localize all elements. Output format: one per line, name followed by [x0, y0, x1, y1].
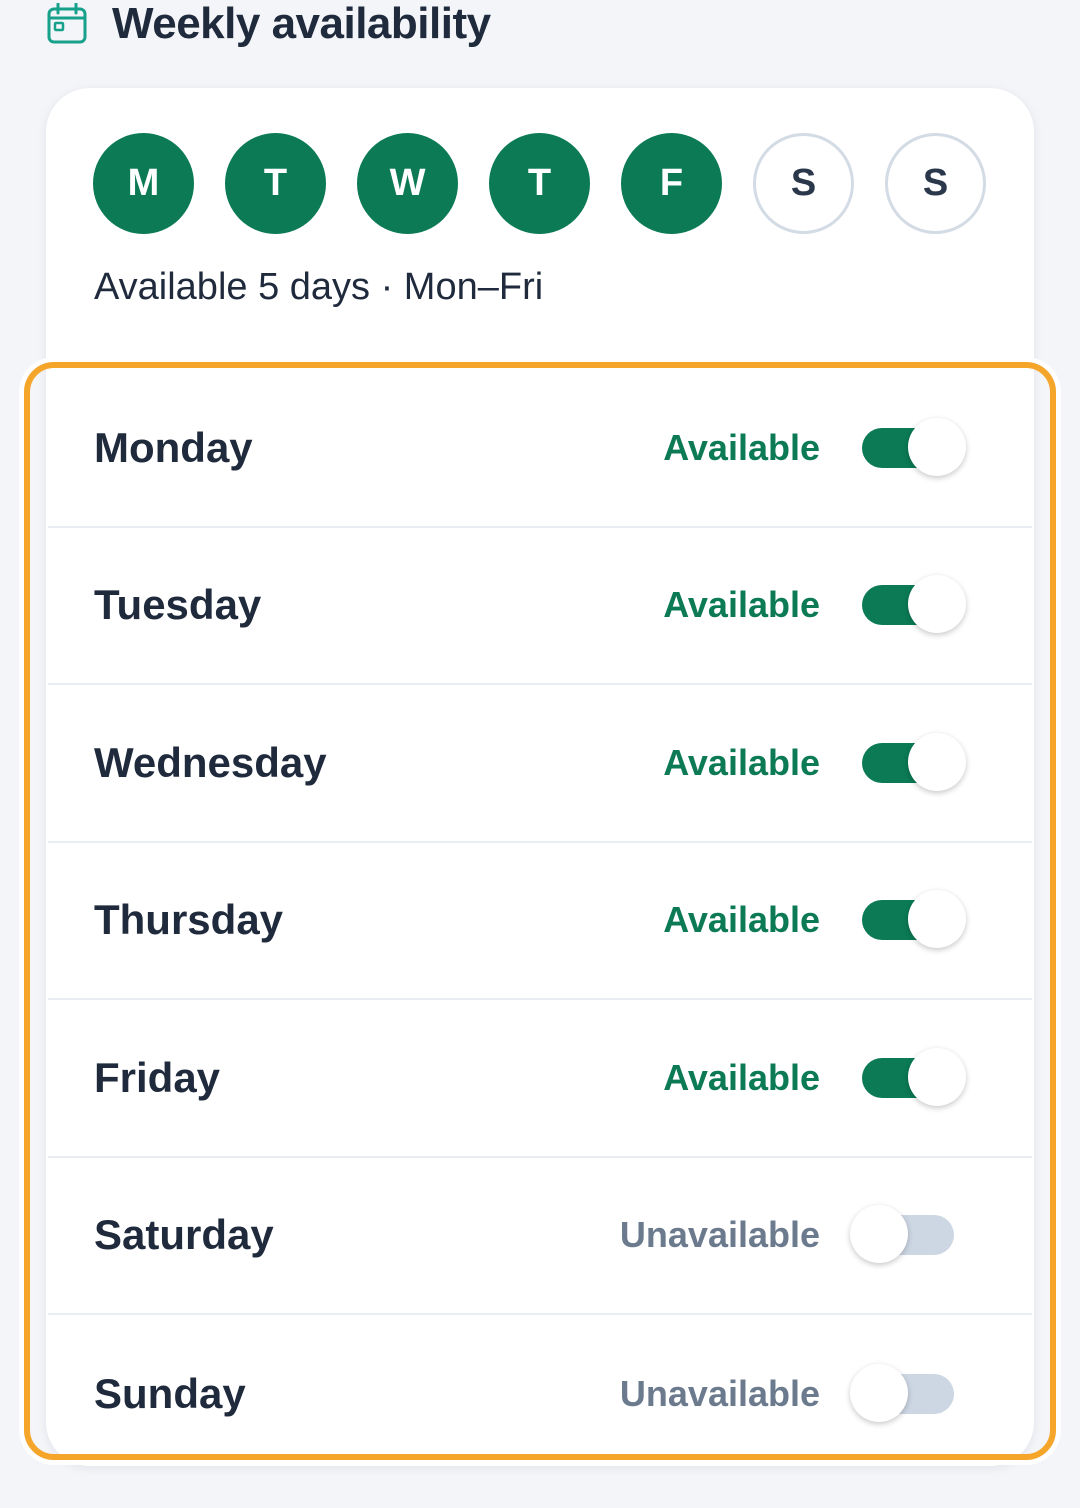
toggle-knob: [908, 417, 966, 476]
day-name: Tuesday: [94, 581, 262, 629]
toggle-knob: [850, 1363, 908, 1422]
toggle-knob: [908, 732, 966, 791]
availability-toggle[interactable]: [862, 890, 966, 949]
day-selector: M T W T F S S: [93, 133, 986, 234]
day-chip-friday[interactable]: F: [621, 133, 722, 234]
calendar-icon: [47, 3, 87, 44]
availability-summary: Available 5 days · Mon–Fri: [94, 266, 544, 308]
availability-toggle[interactable]: [862, 417, 966, 476]
day-name: Sunday: [94, 1369, 246, 1417]
day-name: Monday: [94, 423, 253, 471]
toggle-knob: [850, 1205, 908, 1264]
day-chip-sunday[interactable]: S: [885, 133, 986, 234]
day-row-friday: Friday Available: [48, 1000, 1032, 1158]
day-chip-wednesday[interactable]: W: [357, 133, 458, 234]
day-chip-monday[interactable]: M: [93, 133, 194, 234]
day-status: Available: [663, 741, 820, 783]
day-name: Thursday: [94, 896, 284, 944]
day-row-wednesday: Wednesday Available: [48, 685, 1032, 843]
toggle-knob: [908, 890, 966, 949]
day-status: Unavailable: [619, 1372, 820, 1414]
availability-toggle[interactable]: [862, 732, 966, 791]
page-title: Weekly availability: [112, 0, 491, 48]
day-row-tuesday: Tuesday Available: [48, 528, 1032, 685]
toggle-knob: [908, 1047, 966, 1106]
day-list: Monday Available Tuesday Available Wedne…: [48, 370, 1032, 1450]
day-chip-tuesday[interactable]: T: [225, 133, 326, 234]
day-row-sunday: Sunday Unavailable: [48, 1315, 1032, 1450]
availability-toggle[interactable]: [850, 1205, 954, 1264]
day-chip-thursday[interactable]: T: [489, 133, 590, 234]
day-status: Available: [663, 899, 820, 941]
day-chip-saturday[interactable]: S: [753, 133, 854, 234]
availability-toggle[interactable]: [862, 1047, 966, 1106]
day-status: Unavailable: [619, 1214, 820, 1256]
day-row-monday: Monday Available: [48, 370, 1032, 528]
availability-toggle[interactable]: [850, 1363, 954, 1422]
day-row-thursday: Thursday Available: [48, 843, 1032, 1000]
day-name: Wednesday: [94, 738, 327, 786]
availability-toggle[interactable]: [862, 575, 966, 634]
day-status: Available: [663, 584, 820, 626]
day-name: Saturday: [94, 1211, 274, 1259]
day-status: Available: [663, 426, 820, 468]
day-name: Friday: [94, 1053, 221, 1101]
toggle-knob: [908, 575, 966, 634]
page-header: Weekly availability: [46, 0, 491, 48]
day-status: Available: [663, 1056, 820, 1098]
day-row-saturday: Saturday Unavailable: [48, 1158, 1032, 1315]
